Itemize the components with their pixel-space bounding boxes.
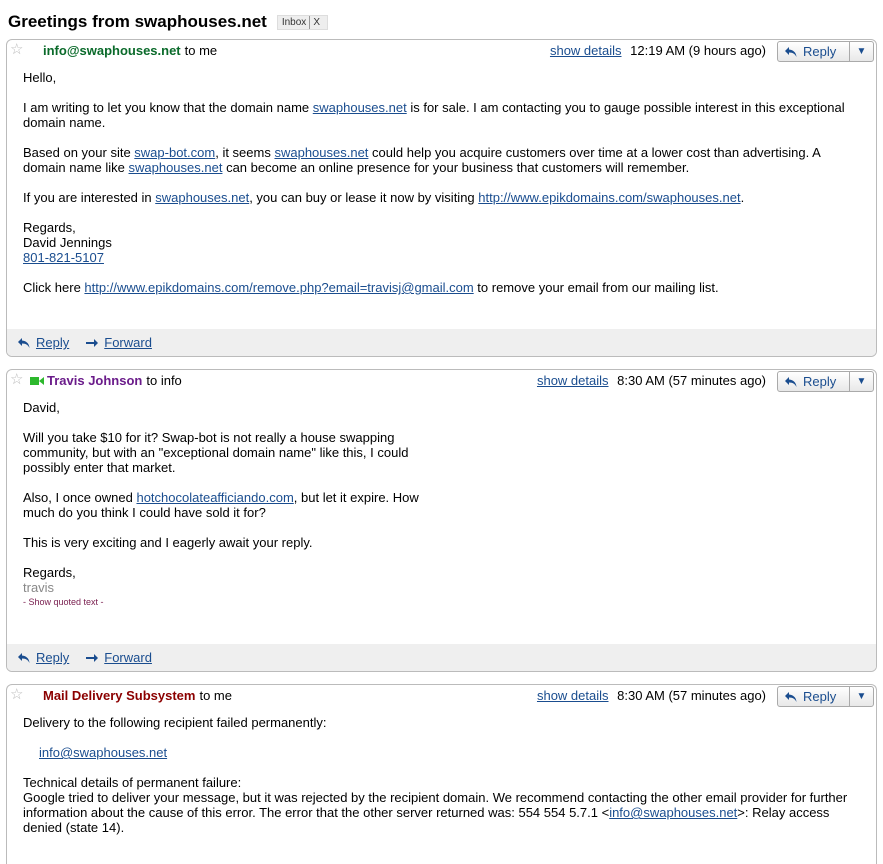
unsubscribe-link[interactable]: http://www.epikdomains.com/remove.php?em…: [84, 280, 473, 295]
dropdown-arrow-icon: ▼: [856, 376, 867, 387]
reply-icon: [785, 376, 797, 387]
dropdown-arrow-icon: ▼: [856, 46, 867, 57]
signature-name: travis: [23, 580, 55, 595]
thread-header: Greetings from swaphouses.net Inbox X: [8, 10, 328, 34]
sender-name[interactable]: info@swaphouses.net to me: [43, 43, 217, 58]
reply-options-dropdown[interactable]: ▼: [849, 42, 873, 61]
domain-link[interactable]: hotchocolateafficiando.com: [136, 490, 293, 505]
footer-forward-label: Forward: [104, 650, 152, 665]
forward-icon: [86, 653, 99, 662]
paragraph: Technical details of permanent failure: G…: [23, 775, 848, 835]
paragraph: Delivery to the following recipient fail…: [23, 715, 327, 730]
show-details-link[interactable]: show details: [550, 43, 622, 58]
paragraph: Also, I once owned hotchocolateafficiand…: [23, 490, 419, 520]
footer-reply-label: Reply: [36, 335, 70, 350]
star-icon[interactable]: ☆: [10, 42, 23, 58]
reply-icon: [18, 652, 30, 663]
star-icon[interactable]: ☆: [10, 372, 23, 388]
inbox-label[interactable]: Inbox X: [276, 14, 328, 30]
show-details-link[interactable]: show details: [537, 373, 609, 388]
show-quoted-text-link[interactable]: - Show quoted text -: [23, 595, 423, 610]
reply-main[interactable]: Reply: [778, 44, 849, 59]
message-meta: show details 8:30 AM (57 minutes ago): [537, 373, 766, 388]
recipient-summary: to me: [199, 688, 232, 703]
recipient-link[interactable]: info@swaphouses.net: [39, 745, 167, 760]
message-body: David, Will you take $10 for it? Swap-bo…: [23, 400, 423, 610]
video-chat-icon: [30, 377, 44, 385]
paragraph: If you are interested in swaphouses.net,…: [23, 190, 745, 205]
sender-name[interactable]: Mail Delivery Subsystem to me: [43, 688, 232, 703]
footer-reply-link[interactable]: Reply: [17, 335, 69, 350]
paragraph: I am writing to let you know that the do…: [23, 100, 845, 130]
signature: Regards, David Jennings 801-821-5107: [23, 220, 112, 265]
reply-icon: [785, 46, 797, 57]
remove-label-button[interactable]: X: [309, 15, 323, 29]
reply-icon: [785, 691, 797, 702]
paragraph: Based on your site swap-bot.com, it seem…: [23, 145, 821, 175]
reply-options-dropdown[interactable]: ▼: [849, 372, 873, 391]
site-link[interactable]: swap-bot.com: [134, 145, 215, 160]
star-icon[interactable]: ☆: [10, 687, 23, 703]
message-card: ☆ info@swaphouses.net to me show details …: [6, 39, 877, 357]
domain-link[interactable]: swaphouses.net: [274, 145, 368, 160]
greeting: David,: [23, 400, 60, 415]
failed-recipient: info@swaphouses.net: [23, 745, 860, 760]
footer-reply-link[interactable]: Reply: [17, 650, 69, 665]
reply-button-label: Reply: [803, 374, 837, 389]
reply-button[interactable]: Reply ▼: [777, 686, 874, 707]
message-header[interactable]: ☆ Travis Johnson to info show details 8:3…: [7, 370, 876, 392]
footer-forward-link[interactable]: Forward: [85, 335, 152, 350]
epik-link[interactable]: http://www.epikdomains.com/swaphouses.ne…: [478, 190, 740, 205]
reply-button[interactable]: Reply ▼: [777, 41, 874, 62]
signature: Regards, travis: [23, 565, 76, 595]
reply-main[interactable]: Reply: [778, 374, 849, 389]
recipient-summary: to info: [146, 373, 182, 388]
recipient-summary: to me: [184, 43, 218, 58]
paragraph: This is very exciting and I eagerly awai…: [23, 535, 313, 550]
reply-main[interactable]: Reply: [778, 689, 849, 704]
domain-link[interactable]: swaphouses.net: [155, 190, 249, 205]
domain-link[interactable]: swaphouses.net: [313, 100, 407, 115]
show-details-link[interactable]: show details: [537, 688, 609, 703]
message-time: 8:30 AM (57 minutes ago): [617, 688, 766, 703]
phone-link[interactable]: 801-821-5107: [23, 250, 104, 265]
message-card: ☆ Travis Johnson to info show details 8:3…: [6, 369, 877, 672]
message-time: 12:19 AM (9 hours ago): [630, 43, 766, 58]
footer-forward-label: Forward: [104, 335, 152, 350]
reply-button[interactable]: Reply ▼: [777, 371, 874, 392]
forward-icon: [86, 338, 99, 347]
message-meta: show details 12:19 AM (9 hours ago): [550, 43, 766, 58]
message-meta: show details 8:30 AM (57 minutes ago): [537, 688, 766, 703]
reply-icon: [18, 337, 30, 348]
sender-name[interactable]: Travis Johnson to info: [47, 373, 182, 388]
message-header[interactable]: ☆ Mail Delivery Subsystem to me show deta…: [7, 685, 876, 707]
inbox-label-text: Inbox: [281, 16, 307, 28]
dropdown-arrow-icon: ▼: [856, 691, 867, 702]
message-time: 8:30 AM (57 minutes ago): [617, 373, 766, 388]
paragraph: Will you take $10 for it? Swap-bot is no…: [23, 430, 409, 475]
domain-link[interactable]: swaphouses.net: [129, 160, 223, 175]
message-footer: Reply Forward: [7, 329, 876, 356]
greeting: Hello,: [23, 70, 57, 85]
reply-options-dropdown[interactable]: ▼: [849, 687, 873, 706]
message-header[interactable]: ☆ info@swaphouses.net to me show details …: [7, 40, 876, 62]
paragraph: Click here http://www.epikdomains.com/re…: [23, 280, 719, 295]
thread-title: Greetings from swaphouses.net: [8, 12, 267, 31]
reply-button-label: Reply: [803, 44, 837, 59]
message-body: Hello, I am writing to let you know that…: [23, 70, 860, 310]
footer-forward-link[interactable]: Forward: [85, 650, 152, 665]
footer-reply-label: Reply: [36, 650, 70, 665]
message-body: Delivery to the following recipient fail…: [23, 715, 860, 850]
reply-button-label: Reply: [803, 689, 837, 704]
message-card: ☆ Mail Delivery Subsystem to me show deta…: [6, 684, 877, 864]
recipient-link[interactable]: info@swaphouses.net: [609, 805, 737, 820]
message-footer: Reply Forward: [7, 644, 876, 671]
